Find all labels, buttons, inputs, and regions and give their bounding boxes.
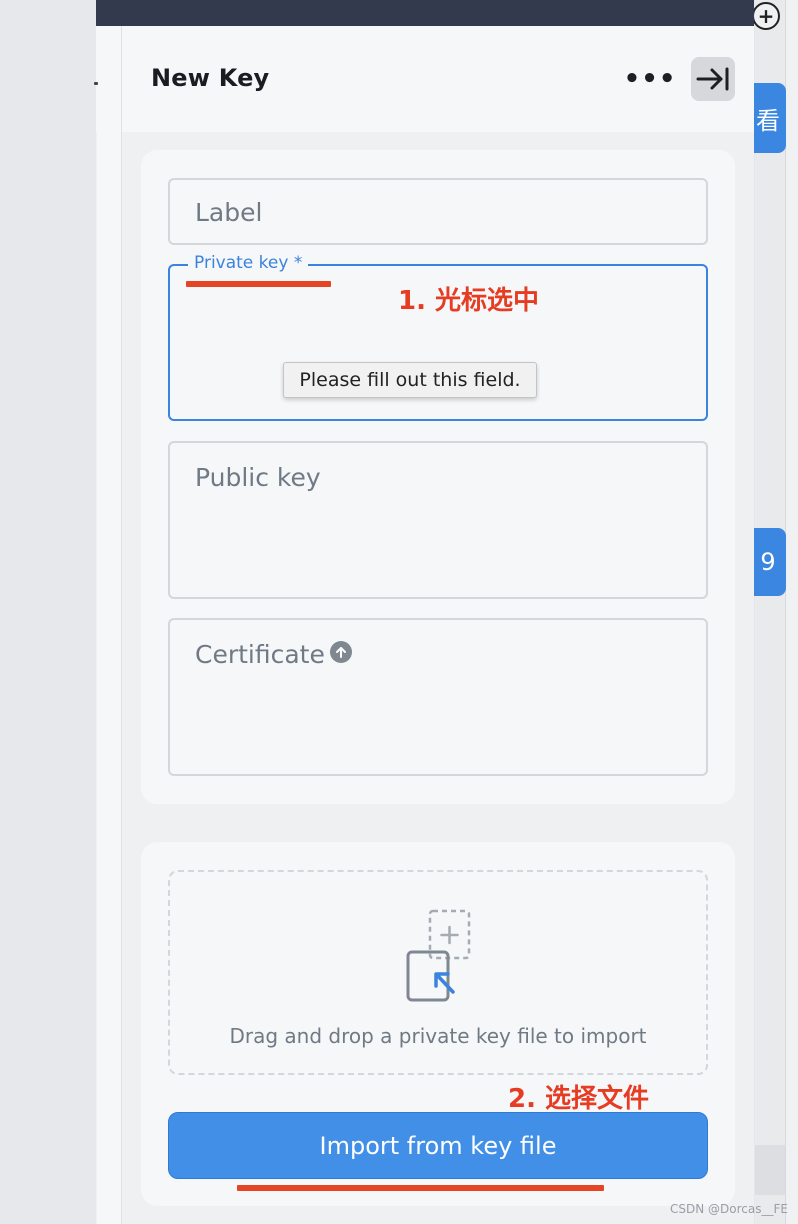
validation-tooltip: Please fill out this field.	[283, 362, 537, 398]
public-key-placeholder: Public key	[195, 463, 321, 492]
public-key-field[interactable]: Public key	[168, 441, 708, 599]
arrow-up-icon	[336, 647, 346, 658]
add-icon-glyph: +	[757, 4, 775, 28]
more-icon: •••	[623, 64, 677, 94]
dropzone-text: Drag and drop a private key file to impo…	[229, 1024, 647, 1048]
background-right-shade	[755, 0, 785, 1224]
page-title: New Key	[151, 64, 270, 92]
add-icon[interactable]: +	[752, 2, 780, 30]
label-field[interactable]: Label	[168, 178, 708, 245]
more-options-button[interactable]: •••	[624, 64, 676, 94]
background-action-label: 看	[756, 106, 780, 135]
panel-collapsed-sidebar	[97, 26, 122, 1224]
collapse-panel-button[interactable]	[691, 57, 735, 101]
upload-info-icon[interactable]	[330, 641, 352, 663]
sidebar-dot	[94, 82, 98, 85]
annotation-step-2: 2. 选择文件	[508, 1084, 650, 1114]
label-placeholder: Label	[195, 198, 263, 227]
panel-top-bar	[96, 0, 754, 26]
certificate-placeholder: Certificate	[195, 640, 325, 669]
background-grey-box	[755, 1145, 785, 1195]
watermark: CSDN @Dorcas__FE	[670, 1202, 788, 1216]
certificate-field[interactable]: Certificate	[168, 618, 708, 776]
import-button-label: Import from key file	[319, 1131, 557, 1160]
file-drop-icon	[406, 909, 471, 1002]
background-count-label: 9	[760, 548, 776, 576]
background-left-pane	[0, 0, 96, 1224]
annotation-underline-private-key	[186, 281, 331, 287]
annotation-underline-import	[237, 1185, 604, 1191]
collapse-right-icon	[696, 67, 729, 91]
import-from-key-file-button[interactable]: Import from key file	[168, 1112, 708, 1179]
background-right-divider	[785, 0, 786, 1224]
annotation-step-1: 1. 光标选中	[398, 286, 540, 316]
private-key-label: Private key *	[188, 253, 309, 273]
